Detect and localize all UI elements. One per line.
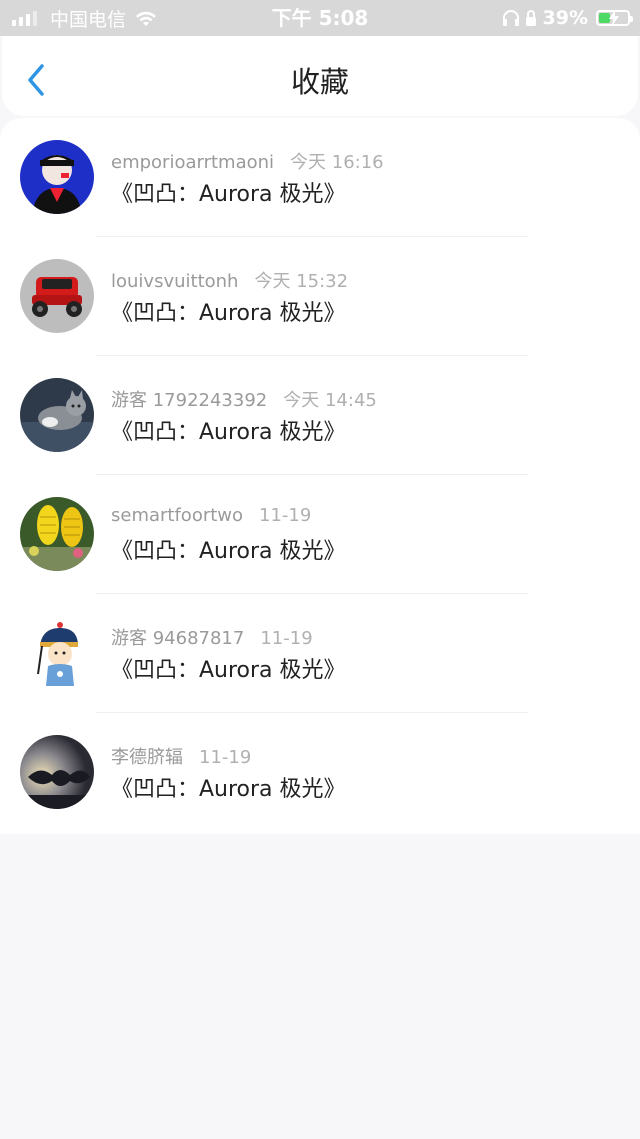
avatar[interactable] (20, 735, 94, 809)
list-item[interactable]: louivsvuittonh 今天 15:32 《凹凸：Aurora 极光》 (0, 237, 640, 356)
username: louivsvuittonh (111, 271, 239, 292)
charging-bolt-icon (609, 10, 619, 26)
item-meta: 游客 94687817 11-19 (111, 624, 313, 650)
timestamp: 今天 15:32 (254, 271, 349, 292)
item-title: 《凹凸：Aurora 极光》 (111, 420, 346, 445)
rotation-lock-icon (525, 10, 536, 26)
username: 李德脐辐 (111, 747, 183, 768)
timestamp: 11-19 (260, 628, 313, 649)
item-title: 《凹凸：Aurora 极光》 (111, 658, 346, 683)
item-meta: 游客 1792243392 今天 14:45 (111, 386, 377, 412)
list-item[interactable]: 游客 1792243392 今天 14:45 《凹凸：Aurora 极光》 (0, 356, 640, 475)
battery-percent: 39% (542, 7, 588, 29)
battery-icon (596, 10, 633, 26)
item-meta: louivsvuittonh 今天 15:32 (111, 267, 348, 293)
item-title: 《凹凸：Aurora 极光》 (111, 777, 346, 802)
page-title: 收藏 (290, 65, 349, 99)
timestamp: 今天 14:45 (283, 390, 377, 411)
list-item[interactable]: semartfoortwo 11-19 《凹凸：Aurora 极光》 (0, 475, 640, 594)
avatar[interactable] (20, 497, 94, 571)
nav-bar: 收藏 (2, 36, 638, 116)
headphone-icon (502, 10, 519, 26)
item-meta: semartfoortwo 11-19 (111, 505, 311, 526)
username: emporioarrtmaoni (111, 152, 275, 173)
list-item[interactable]: 游客 94687817 11-19 《凹凸：Aurora 极光》 (0, 594, 640, 713)
favorites-list: emporioarrtmaoni 今天 16:16 《凹凸：Aurora 极光》 … (0, 118, 640, 834)
item-title: 《凹凸：Aurora 极光》 (111, 182, 346, 207)
username: semartfoortwo (111, 505, 244, 526)
item-meta: 李德脐辐 11-19 (111, 743, 251, 769)
username: 游客 1792243392 (111, 390, 268, 411)
status-bar: 中国电信 下午 5:08 39% (0, 0, 640, 36)
username: 游客 94687817 (111, 628, 245, 649)
item-title: 《凹凸：Aurora 极光》 (111, 539, 346, 564)
avatar[interactable] (20, 616, 94, 690)
status-right: 39% (501, 0, 633, 36)
list-item[interactable]: 李德脐辐 11-19 《凹凸：Aurora 极光》 (0, 713, 640, 832)
avatar[interactable] (20, 259, 94, 333)
avatar[interactable] (20, 140, 94, 214)
item-title: 《凹凸：Aurora 极光》 (111, 301, 346, 326)
timestamp: 11-19 (199, 747, 252, 768)
list-item[interactable]: emporioarrtmaoni 今天 16:16 《凹凸：Aurora 极光》 (0, 118, 640, 237)
timestamp: 11-19 (259, 505, 312, 526)
timestamp: 今天 16:16 (290, 152, 384, 173)
item-meta: emporioarrtmaoni 今天 16:16 (111, 148, 384, 174)
avatar[interactable] (20, 378, 94, 452)
